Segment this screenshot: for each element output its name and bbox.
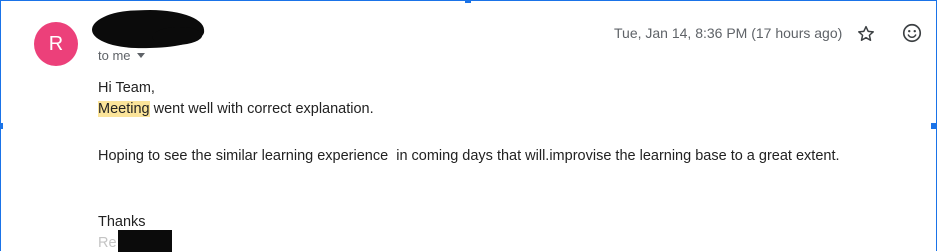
star-button[interactable] (854, 22, 878, 46)
message-closing: Thanks (98, 214, 146, 230)
message-line-1-text: went well with correct explanation. (149, 101, 374, 117)
message-line-1: Meeting went well with correct explanati… (98, 101, 374, 117)
emoji-react-icon (902, 23, 922, 43)
resize-handle-right[interactable] (931, 123, 937, 129)
sender-avatar[interactable]: R (34, 22, 78, 66)
message-date: Tue, Jan 14, 8:36 PM (17 hours ago) (614, 25, 843, 41)
chevron-down-icon (136, 53, 145, 58)
star-outline-icon (858, 25, 874, 41)
resize-handle-top[interactable] (465, 0, 471, 3)
recipient-label: to me (98, 48, 131, 63)
signature-redacted (118, 230, 172, 252)
resize-handle-left[interactable] (0, 123, 3, 129)
message-line-2: Hoping to see the similar learning exper… (98, 148, 840, 164)
avatar-letter: R (48, 32, 64, 55)
signature-partial: Re (98, 235, 117, 251)
recipient-details-toggle[interactable]: to me (98, 48, 145, 63)
emoji-react-button[interactable] (900, 21, 924, 45)
message-greeting: Hi Team, (98, 80, 155, 96)
search-highlight: Meeting (98, 101, 150, 117)
